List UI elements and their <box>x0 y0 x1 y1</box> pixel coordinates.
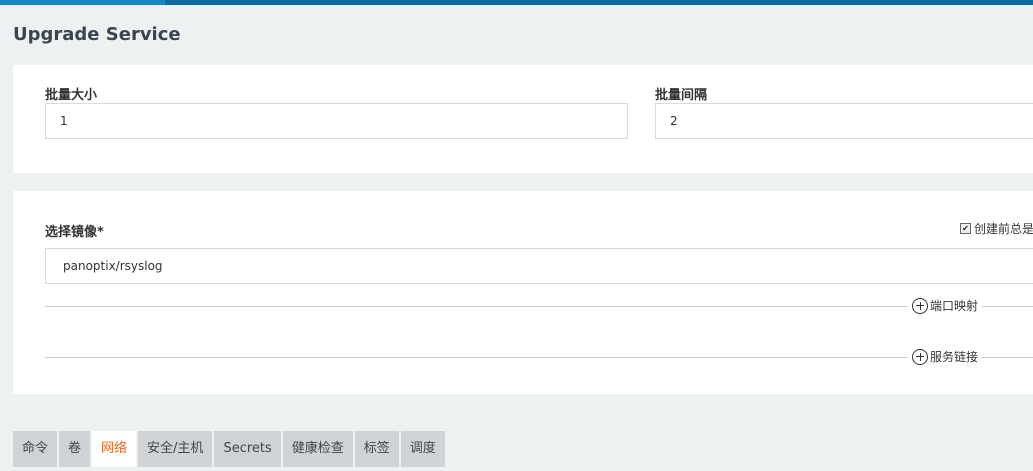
page-title: Upgrade Service <box>13 24 181 45</box>
port-mapping-label: 端口映射 <box>930 299 979 313</box>
batch-size-input[interactable] <box>45 103 628 139</box>
batch-interval-label: 批量间隔 <box>655 88 708 103</box>
tab-health-check[interactable]: 健康检查 <box>282 431 353 467</box>
batch-settings-panel: 批量大小 批量间隔 <box>13 65 1033 173</box>
top-progress-bar <box>0 0 1033 5</box>
port-mapping-divider <box>45 306 1033 307</box>
checkbox-check-icon[interactable]: ✔ <box>960 223 971 234</box>
always-pull-checkbox[interactable]: ✔ 创建前总是 <box>960 220 1033 237</box>
service-link-label: 服务链接 <box>930 350 979 364</box>
add-port-mapping-button[interactable]: 端口映射 <box>908 297 983 314</box>
top-bar-highlight <box>0 0 165 5</box>
image-label: 选择镜像* <box>45 225 104 240</box>
always-pull-label: 创建前总是 <box>974 222 1033 236</box>
tab-network[interactable]: 网络 <box>92 431 137 467</box>
batch-size-label: 批量大小 <box>45 88 98 103</box>
tab-volumes[interactable]: 卷 <box>59 431 91 467</box>
service-link-divider <box>45 357 1033 358</box>
tab-secrets[interactable]: Secrets <box>214 431 281 467</box>
batch-interval-input[interactable] <box>655 103 1033 139</box>
add-service-link-button[interactable]: 服务链接 <box>908 348 983 365</box>
image-settings-panel: 选择镜像* ✔ 创建前总是 端口映射 服务链接 <box>13 191 1033 394</box>
tab-security-host[interactable]: 安全/主机 <box>138 431 213 467</box>
image-input[interactable] <box>45 248 1033 284</box>
plus-circle-icon <box>912 348 928 365</box>
tab-command[interactable]: 命令 <box>13 431 58 467</box>
config-tabs: 命令 卷 网络 安全/主机 Secrets 健康检查 标签 调度 <box>13 431 445 467</box>
plus-circle-icon <box>912 297 928 314</box>
tab-labels[interactable]: 标签 <box>354 431 399 467</box>
tab-scheduling[interactable]: 调度 <box>400 431 445 467</box>
